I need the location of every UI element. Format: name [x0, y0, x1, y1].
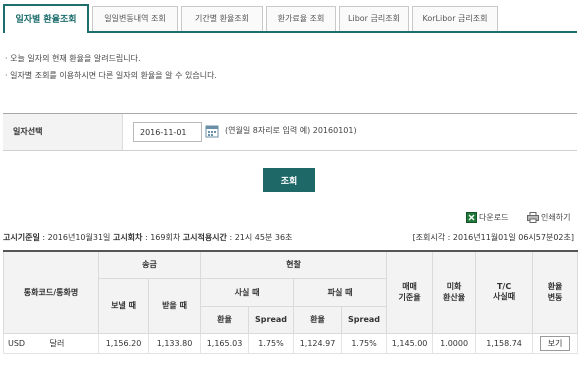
usd-rate-value: 1.0000: [432, 332, 477, 354]
send-value: 1,156.20: [98, 332, 149, 354]
header-buy-spread: Spread: [248, 305, 295, 334]
tab-korlibor[interactable]: KorLibor 금리조회: [412, 6, 498, 31]
sell-rate-value: 1,124.97: [293, 332, 343, 354]
apply-time-label: 고시적용시간: [182, 233, 227, 242]
receive-value: 1,133.80: [147, 332, 202, 354]
header-sell: 파실 때: [293, 277, 388, 307]
date-search-panel: 일자선택 (연월일 8자리로 입력 예) 20160101): [3, 113, 577, 151]
buy-spread-value: 1.75%: [248, 332, 295, 354]
print-label: 인쇄하기: [541, 213, 571, 222]
header-buy: 사실 때: [200, 277, 295, 307]
header-send: 보낼 때: [98, 277, 149, 334]
header-rate-change: 환율 변동: [532, 250, 579, 334]
currency-code: USD: [8, 338, 26, 348]
round-value: : 169회차: [144, 233, 181, 242]
header-sell-spread: Spread: [341, 305, 388, 334]
base-date-value: : 2016년10월31일: [42, 233, 111, 242]
calendar-icon[interactable]: [205, 124, 219, 138]
query-button[interactable]: 조회: [263, 168, 315, 192]
date-input[interactable]: [133, 122, 202, 142]
header-base-rate: 매매 기준율: [386, 250, 434, 334]
exchange-rate-table: 통화코드/통화명 송금 현찰 매매 기준율 미화 환산율 T/C 사실때 환율 …: [3, 250, 579, 354]
download-label: 다운로드: [479, 213, 509, 222]
header-tc-buy: T/C 사실때: [475, 250, 534, 334]
tab-bar: 일자별 환율조회 일일변동내역 조회 기간별 환율조회 환가료율 조회 Libo…: [3, 4, 577, 33]
note-line: · 오늘 일자의 현재 환율을 알려드립니다.: [5, 54, 141, 63]
printer-icon: [527, 212, 539, 223]
notice-info-row: 고시기준일 : 2016년10월31일 고시회차 : 169회차 고시적용시간 …: [3, 232, 577, 246]
query-time: [조회시각 : 2016년11월01일 06시57분02초]: [412, 233, 574, 242]
print-link[interactable]: 인쇄하기: [527, 212, 570, 223]
download-link[interactable]: 다운로드: [466, 212, 508, 223]
tab-daily-change[interactable]: 일일변동내역 조회: [92, 6, 178, 31]
excel-icon: [466, 212, 477, 223]
tab-period-rate[interactable]: 기간별 환율조회: [181, 6, 263, 31]
sell-spread-value: 1.75%: [341, 332, 388, 354]
currency-name: 달러: [49, 338, 65, 348]
header-buy-rate: 환율: [200, 305, 250, 334]
header-cash: 현찰: [200, 250, 388, 279]
apply-time-value: : 21시 45분 36초: [229, 233, 293, 242]
header-remit: 송금: [97, 250, 202, 279]
rate-change-cell: 보기: [532, 332, 579, 354]
info-notes: · 오늘 일자의 현재 환율을 알려드립니다. · 일자별 조회를 이용하시면 …: [5, 50, 575, 84]
header-receive: 받을 때: [147, 277, 202, 334]
round-label: 고시회차: [112, 233, 143, 242]
base-rate-value: 1,145.00: [386, 332, 434, 354]
tc-buy-value: 1,158.74: [475, 332, 534, 354]
table-row: USD 달러 1,156.20 1,133.80 1,165.03 1.75% …: [3, 332, 579, 354]
tab-libor[interactable]: Libor 금리조회: [339, 6, 409, 31]
buy-rate-value: 1,165.03: [200, 332, 250, 354]
header-currency: 통화코드/통화명: [3, 250, 99, 334]
header-usd-rate: 미화 환산율: [432, 250, 477, 334]
currency-cell: USD 달러: [3, 332, 99, 354]
base-date-label: 고시기준일: [3, 233, 40, 242]
date-select-label: 일자선택: [3, 114, 123, 150]
header-sell-rate: 환율: [293, 305, 343, 334]
view-change-button[interactable]: 보기: [540, 335, 571, 351]
tab-daily-rate[interactable]: 일자별 환율조회: [3, 4, 89, 33]
tab-exchange-commission[interactable]: 환가료율 조회: [266, 6, 336, 31]
date-format-hint: (연월일 8자리로 입력 예) 20160101): [225, 126, 357, 135]
note-line: · 일자별 조회를 이용하시면 다른 일자의 환율을 알 수 있습니다.: [5, 71, 217, 80]
